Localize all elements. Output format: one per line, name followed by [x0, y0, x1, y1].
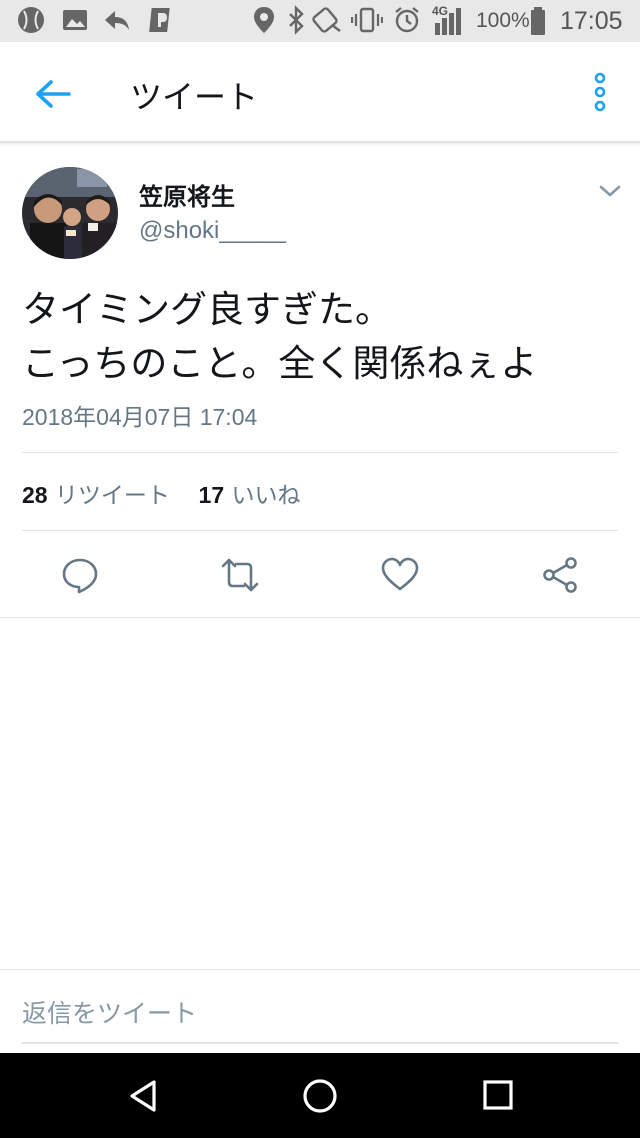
baseball-icon [16, 5, 46, 39]
avatar[interactable] [22, 167, 118, 259]
retweet-label: リツイート [54, 483, 170, 509]
nav-home-icon[interactable] [302, 1078, 338, 1118]
reply-icon[interactable] [60, 555, 100, 595]
back-arrow-icon[interactable] [34, 78, 72, 114]
more-vertical-icon[interactable] [588, 71, 612, 119]
nav-back-icon[interactable] [126, 1078, 160, 1118]
signal-icon [433, 5, 467, 41]
divider [22, 530, 618, 531]
location-icon [251, 5, 277, 39]
app-bar-shadow [0, 142, 640, 146]
display-name[interactable]: 笠原将生 [139, 177, 235, 212]
chevron-down-icon[interactable] [598, 183, 622, 203]
parking-icon [146, 5, 176, 39]
reply-arrow-icon [102, 5, 132, 39]
status-bar: 4G 100% 17:05 [0, 0, 640, 42]
reply-underline [22, 1042, 618, 1044]
like-count: 17 [198, 482, 225, 508]
divider [22, 452, 618, 453]
status-time: 17:05 [560, 7, 623, 35]
image-icon [60, 5, 90, 39]
bluetooth-icon [284, 5, 308, 39]
tweet-text: タイミング良すぎた。 こっちのこと。全く関係ねぇよ [22, 288, 538, 385]
likes-stat[interactable]: 17 いいね [198, 482, 301, 509]
page-title: ツイート [130, 78, 259, 116]
battery-percent: 100% [476, 9, 530, 32]
nfc-icon [312, 5, 344, 39]
alarm-icon [392, 5, 422, 39]
retweets-stat[interactable]: 28 リツイート [22, 482, 177, 509]
share-icon[interactable] [540, 555, 580, 595]
user-handle[interactable]: @shoki_____ [139, 217, 286, 245]
navigation-bar [0, 1053, 640, 1138]
reply-input[interactable]: 返信をツイート [22, 994, 197, 1030]
like-label: いいね [231, 483, 301, 509]
battery-icon [528, 5, 548, 41]
nav-recents-icon[interactable] [482, 1079, 514, 1115]
retweet-count: 28 [22, 482, 48, 508]
app-bar [0, 42, 640, 142]
retweet-icon[interactable] [220, 555, 260, 595]
section-divider [0, 617, 640, 618]
tweet-timestamp: 2018年04月07日 17:04 [22, 404, 258, 430]
vibrate-icon [350, 5, 384, 39]
engagement-stats: 28 リツイート 17 いいね [22, 476, 300, 510]
like-icon[interactable] [380, 555, 420, 595]
